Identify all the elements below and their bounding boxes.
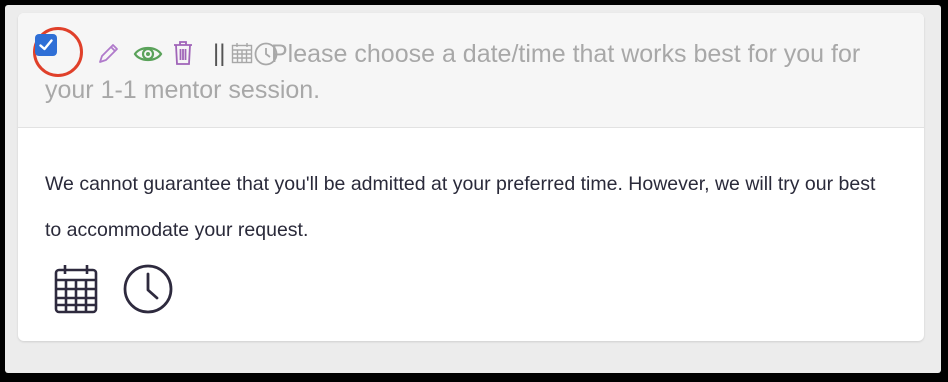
checkmark-icon: [39, 39, 53, 51]
clock-icon[interactable]: [122, 263, 174, 315]
separator: ||: [213, 40, 226, 67]
highlight-circle: [33, 27, 83, 77]
small-clock-icon: [254, 42, 278, 66]
small-calendar-icon: [231, 43, 253, 64]
select-checkbox[interactable]: [35, 34, 57, 56]
page-frame: || Please choose a date/time that works …: [5, 5, 941, 373]
calendar-icon[interactable]: [53, 263, 99, 315]
pencil-icon[interactable]: [95, 41, 121, 67]
question-card: || Please choose a date/time that works …: [18, 13, 924, 341]
question-toolbar: || Please choose a date/time that works …: [33, 27, 895, 108]
eye-icon[interactable]: [133, 43, 163, 65]
question-header: || Please choose a date/time that works …: [18, 13, 924, 128]
question-description: We cannot guarantee that you'll be admit…: [45, 173, 876, 241]
trash-icon[interactable]: [172, 40, 194, 66]
